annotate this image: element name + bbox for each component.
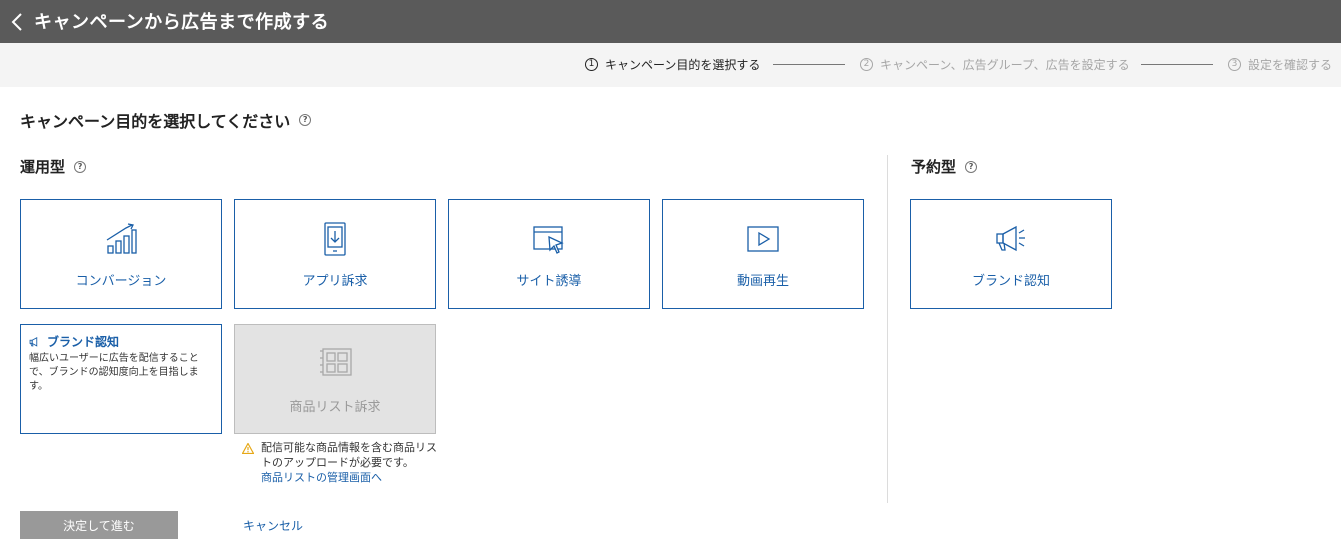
objective-card-brand-awareness[interactable]: ブランド認知 幅広いユーザーに広告を配信することで、ブランドの認知度向上を目指し… xyxy=(20,324,222,434)
step-number: 3 xyxy=(1228,58,1241,71)
bar-chart-growth-icon xyxy=(106,223,137,254)
phone-download-icon xyxy=(324,222,346,256)
megaphone-icon xyxy=(29,336,38,347)
section-title-text: 予約型 xyxy=(911,158,957,176)
step-number: 2 xyxy=(860,58,873,71)
card-label: 動画再生 xyxy=(736,274,789,289)
product-list-management-link[interactable]: 商品リストの管理画面へ xyxy=(261,470,442,485)
section-divider xyxy=(887,155,888,503)
objective-card-video[interactable]: 動画再生 xyxy=(662,199,864,309)
performance-section-title: 運用型 ? xyxy=(20,156,87,177)
card-label: サイト誘導 xyxy=(516,274,582,289)
step-label: 設定を確認する xyxy=(1248,58,1333,72)
card-title: ブランド認知 xyxy=(47,335,120,349)
card-label: アプリ訴求 xyxy=(302,274,368,289)
heading-text: キャンペーン目的を選択してください xyxy=(20,112,291,131)
step-label: キャンペーン、広告グループ、広告を設定する xyxy=(880,58,1130,72)
help-icon[interactable]: ? xyxy=(965,160,978,173)
help-icon[interactable]: ? xyxy=(299,114,312,126)
card-description: 幅広いユーザーに広告を配信することで、ブランドの認知度向上を目指します。 xyxy=(29,353,199,392)
step-label: キャンペーン目的を選択する xyxy=(605,58,761,72)
product-list-icon xyxy=(320,348,352,376)
reservation-section-title: 予約型 ? xyxy=(911,156,978,177)
product-list-warning: 配信可能な商品情報を含む商品リストのアップロードが必要です。 商品リストの管理画… xyxy=(242,440,442,485)
submit-button[interactable]: 決定して進む xyxy=(20,511,178,539)
card-label: 商品リスト訴求 xyxy=(289,400,381,415)
cancel-link[interactable]: キャンセル xyxy=(243,517,303,534)
browser-cursor-icon xyxy=(533,226,564,254)
warning-text: 配信可能な商品情報を含む商品リストのアップロードが必要です。 xyxy=(261,441,437,469)
section-heading: キャンペーン目的を選択してください ? xyxy=(20,108,312,132)
warning-triangle-icon xyxy=(242,443,254,454)
objective-card-conversion[interactable]: コンバージョン xyxy=(20,199,222,309)
video-play-icon xyxy=(747,226,779,252)
step-indicator: 1 キャンペーン目的を選択する 2 キャンペーン、広告グループ、広告を設定する … xyxy=(0,43,1341,87)
page-title: キャンペーンから広告まで作成する xyxy=(34,12,330,33)
help-icon[interactable]: ? xyxy=(74,160,87,173)
step-3: 3 設定を確認する xyxy=(1228,56,1332,73)
megaphone-icon xyxy=(996,225,1025,252)
objective-card-site[interactable]: サイト誘導 xyxy=(448,199,650,309)
section-title-text: 運用型 xyxy=(20,158,66,176)
objective-card-product-list: 商品リスト訴求 xyxy=(234,324,436,434)
step-2: 2 キャンペーン、広告グループ、広告を設定する xyxy=(860,56,1130,73)
step-connector xyxy=(1141,64,1213,65)
step-number: 1 xyxy=(585,58,598,71)
top-bar: キャンペーンから広告まで作成する xyxy=(0,0,1341,43)
card-label: ブランド認知 xyxy=(971,274,1050,289)
step-connector xyxy=(773,64,845,65)
card-label: コンバージョン xyxy=(75,274,167,289)
objective-card-app[interactable]: アプリ訴求 xyxy=(234,199,436,309)
back-chevron-icon[interactable] xyxy=(8,11,26,33)
step-1: 1 キャンペーン目的を選択する xyxy=(585,56,760,73)
objective-card-reservation-brand[interactable]: ブランド認知 xyxy=(910,199,1112,309)
